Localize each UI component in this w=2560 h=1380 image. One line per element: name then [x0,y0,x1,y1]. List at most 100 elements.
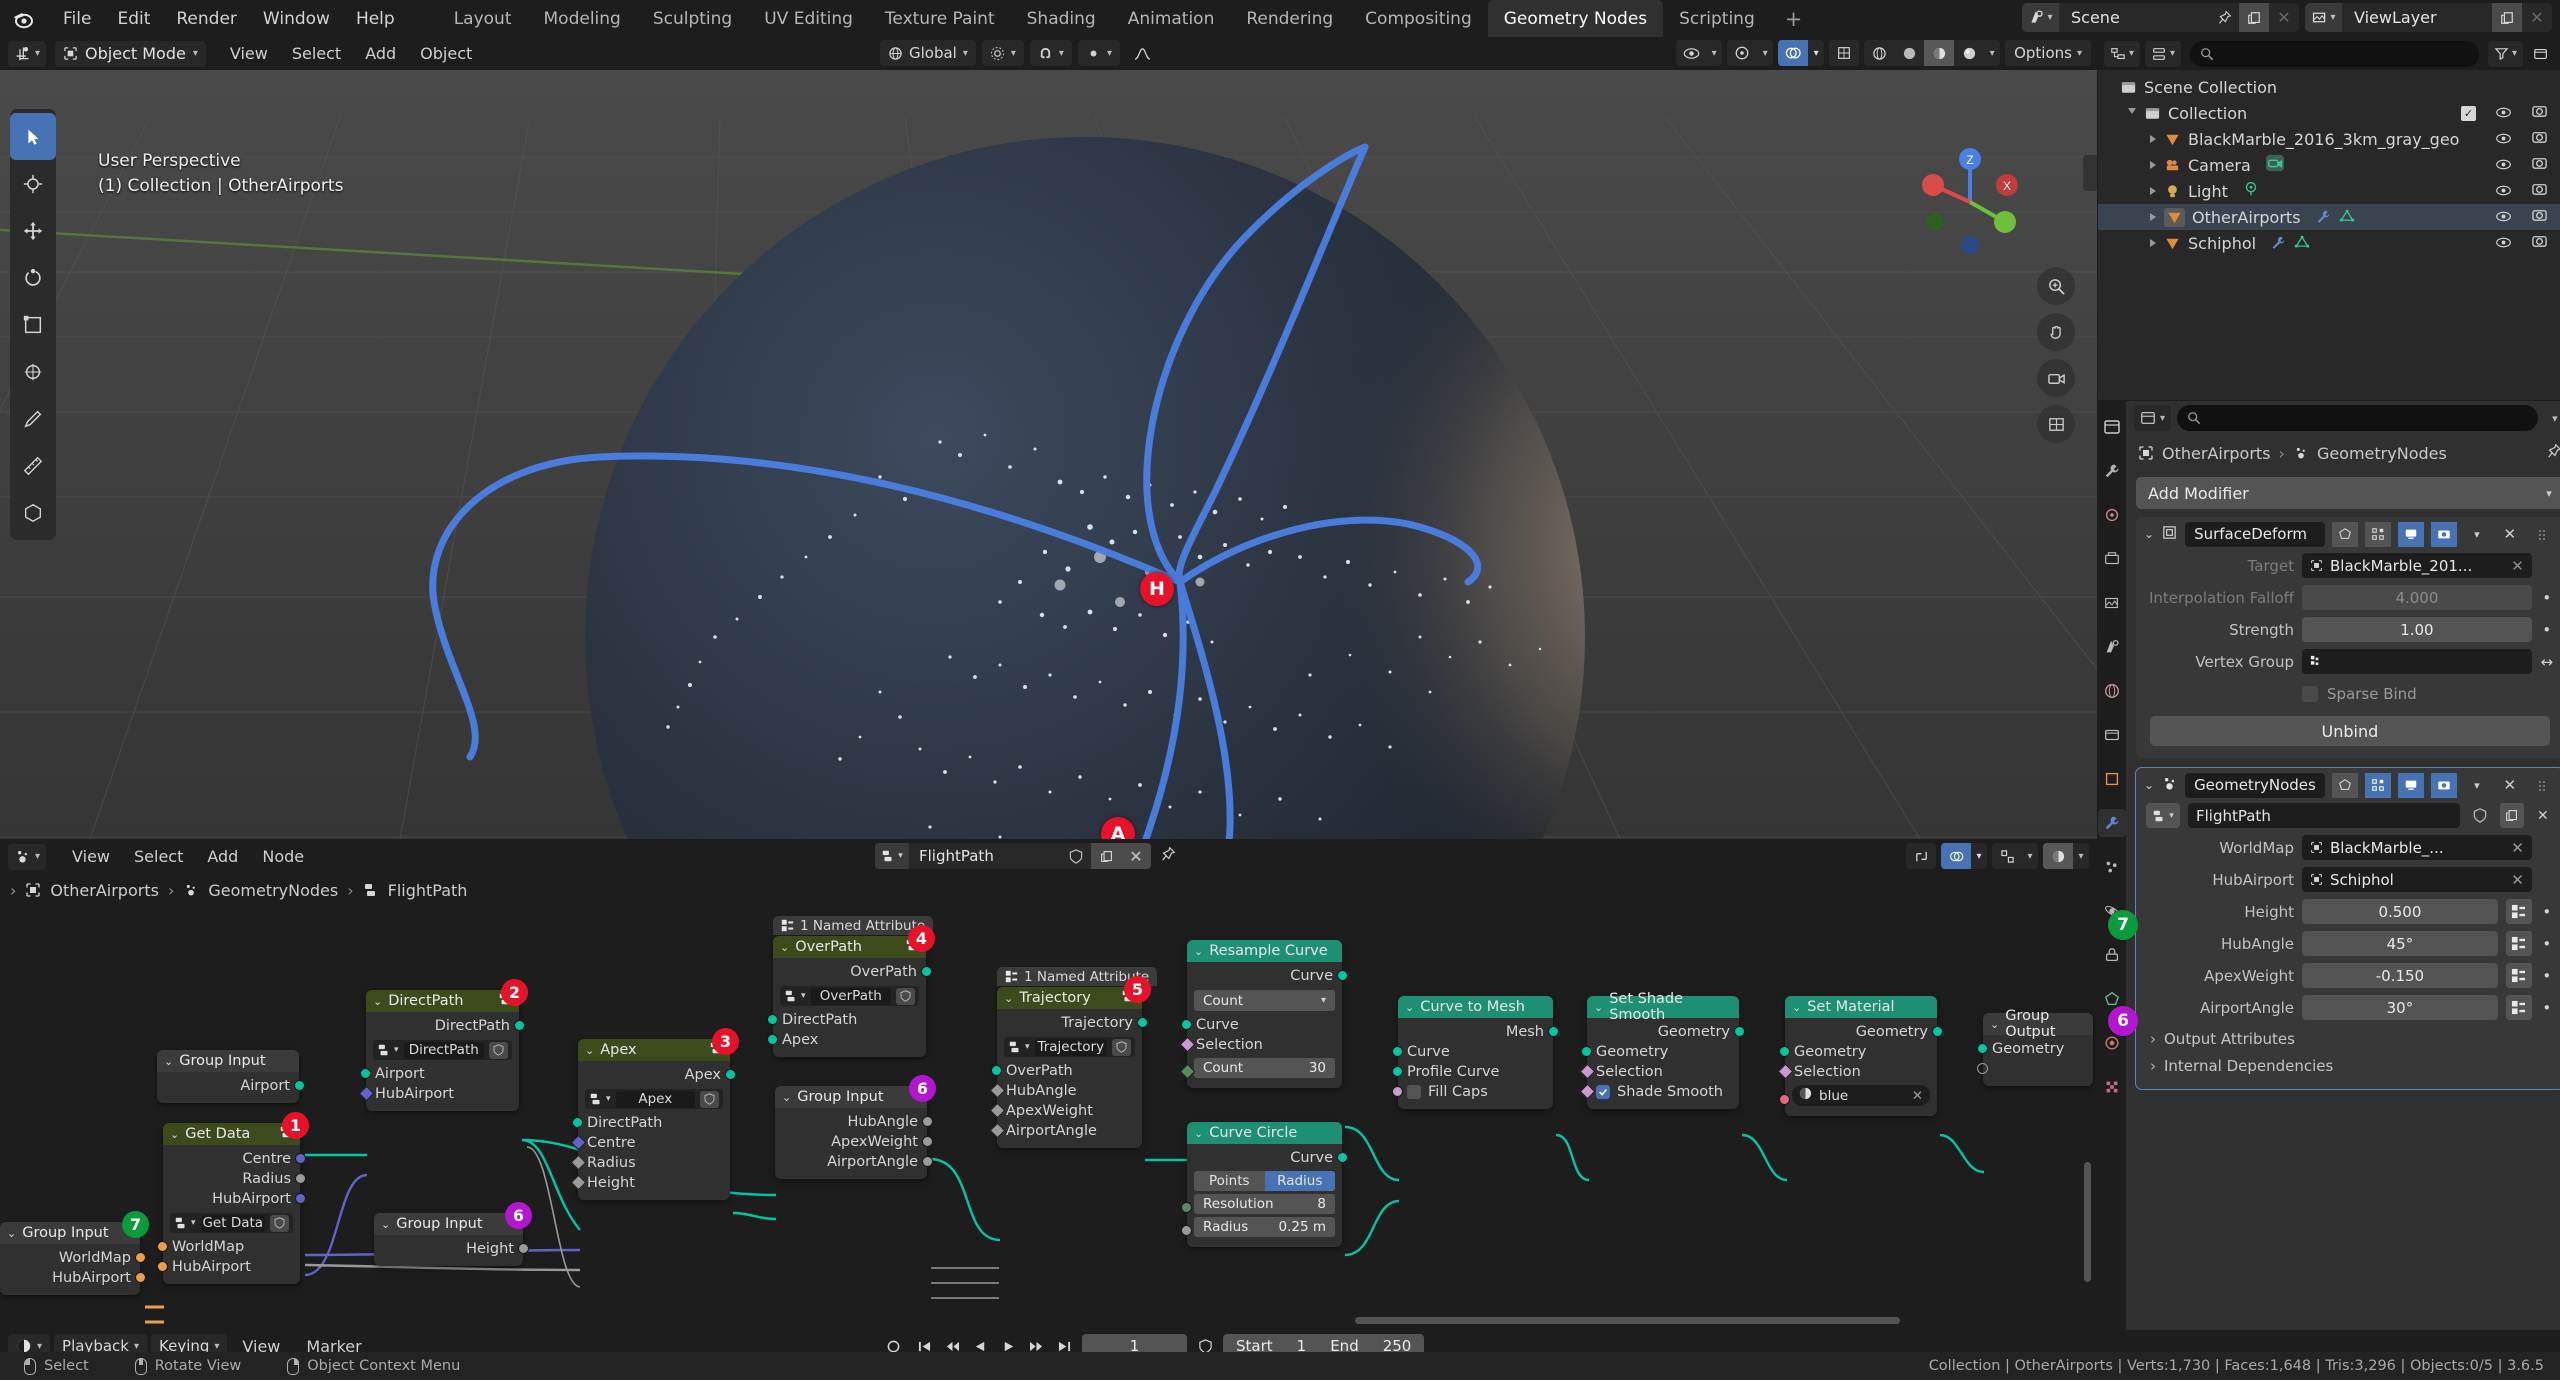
input-attribute-toggle-icon[interactable] [2505,899,2532,924]
node-group-browse-icon[interactable]: ▾ [589,1092,611,1106]
overlay-icon[interactable] [1778,40,1809,66]
node-input-socket-row[interactable]: DirectPath [572,1113,730,1133]
nodegroup-name[interactable]: FlightPath [909,843,1061,869]
workspace-tab-sculpting[interactable]: Sculpting [637,0,748,37]
outliner-display-mode[interactable]: ▾ [2145,40,2182,67]
node-get-data[interactable]: ⌄ Get Data Centre Radius HubAirport ▾ Get Data… [157,1123,306,1284]
unlink-nodegroup-icon[interactable]: ✕ [1121,843,1151,869]
node-group-name[interactable]: Trajectory [1034,1038,1107,1056]
node-header[interactable]: ⌄ Trajectory [997,987,1142,1009]
socket-dot[interactable] [1181,1019,1192,1030]
node-output-socket-row[interactable]: DirectPath [366,1016,525,1036]
menu-edit[interactable]: Edit [104,5,163,33]
outliner-filter-button[interactable]: ▾ [2487,40,2523,67]
falloff-value-field[interactable]: 4.000 [2302,585,2532,610]
node-overpath[interactable]: 1 Named Attribute ⌄ OverPath OverPath ▾ OverP… [767,916,934,1057]
show-in-edit-mode-cage-icon[interactable] [2331,772,2358,798]
node-group-selector[interactable]: ▾ Apex [585,1089,723,1109]
animate-dot-icon[interactable]: • [2540,589,2554,607]
node-collapse-icon[interactable]: ⌄ [782,1091,791,1104]
camera-data-icon[interactable] [2265,154,2285,176]
geometry-node-editor[interactable]: ▾ View Select Add Node ▾ FlightPath ✕ ▾ … [0,840,2097,1330]
socket-dot[interactable] [1548,1026,1559,1037]
new-nodegroup-icon[interactable] [2499,803,2524,828]
expand-triangle-icon[interactable] [2150,187,2156,195]
nodegroup-browse-icon[interactable]: ▾ [875,843,909,869]
node-checkbox[interactable] [1407,1085,1421,1099]
node-menu-view[interactable]: View [60,844,122,869]
node-input-socket-row[interactable] [1977,1059,2093,1079]
node-header[interactable]: ⌄ Group Input [0,1222,140,1244]
node-breadcrumb-object[interactable]: OtherAirports [50,881,159,900]
tool-measure[interactable] [10,442,56,489]
node-curve-to-mesh[interactable]: ⌄ Curve to Mesh Mesh Curve Profile Curve Fill… [1392,996,1559,1109]
gizmo-dropdown-icon[interactable]: ▾ [1757,40,1773,66]
expand-triangle-icon[interactable] [2150,239,2156,247]
tab-tool[interactable] [2098,457,2126,485]
node-input-socket-row[interactable]: Geometry [1977,1039,2093,1059]
node-input-socket-row[interactable]: Apex [767,1030,926,1050]
node-curve-circle[interactable]: ⌄ Curve Circle Curve Points Radius Resolution… [1181,1122,1348,1247]
animate-dot-icon[interactable]: • [2540,903,2554,921]
socket-dot[interactable] [518,1243,529,1254]
visibility-icon[interactable] [1676,40,1706,66]
node-group-output[interactable]: ⌄ Group Output Geometry [1977,1008,2093,1086]
workspace-tab-animation[interactable]: Animation [1112,0,1231,37]
node-input-socket-row[interactable]: Geometry [1581,1042,1739,1062]
shading-mode-selector[interactable]: ▾ [1864,40,2001,66]
exclude-checkbox[interactable]: ✓ [2461,105,2476,121]
delete-scene-icon[interactable]: ✕ [2269,3,2299,32]
node-collapse-icon[interactable]: ⌄ [1004,992,1013,1005]
tool-annotate[interactable] [10,395,56,442]
node-vertical-scrollbar[interactable] [2084,1162,2091,1282]
socket-dot[interactable] [1181,1225,1192,1236]
node-fake-user-icon[interactable] [1112,1038,1131,1056]
xray-toggle[interactable] [1829,40,1860,66]
node-header[interactable]: ⌄ Resample Curve [1187,940,1342,962]
hide-in-viewport-icon[interactable] [2495,130,2512,149]
node-count-field[interactable]: Count 30 [1194,1058,1335,1078]
modifier-geometrynodes[interactable]: 7 6 ⌄ GeometryNodes ▾ ✕ ▾ FlightPath ✕ W… [2108,767,2560,1090]
outliner-row-camera[interactable]: Camera [2098,152,2560,178]
node-material-field[interactable]: blue ✕ [1792,1085,1930,1106]
properties-editor[interactable]: ▾ ▾ OtherAirports › GeometryNodes Add Mo… [2098,401,2560,1339]
unlink-nodegroup-icon[interactable]: ✕ [2532,808,2554,824]
socket-dot[interactable] [1581,1046,1592,1057]
gizmo-selector[interactable]: ▾ [1727,40,1774,66]
disable-in-render-icon[interactable] [2531,103,2548,123]
proportional-edit-icon[interactable]: ▾ [1077,40,1120,66]
node-collapse-icon[interactable]: ⌄ [1792,1001,1801,1014]
tool-move[interactable] [10,207,56,254]
overlay-selector[interactable]: ▾ [1778,40,1825,66]
viewport-menu-view[interactable]: View [218,41,280,66]
modifier-surfacedeform[interactable]: ⌄ SurfaceDeform ▾ ✕ Target BlackMarble_2 [2136,517,2560,758]
node-material-preview-icon[interactable] [2043,843,2073,869]
show-in-render-icon[interactable] [2430,772,2457,798]
tab-texture[interactable] [2098,1073,2126,1101]
node-input-socket-row[interactable]: Selection [1777,1062,1937,1082]
node-group-browse-icon[interactable]: ▾ [174,1216,196,1230]
properties-options-icon[interactable]: ▾ [2544,412,2560,425]
node-collapse-icon[interactable]: ⌄ [1194,1127,1203,1140]
ortho-perspective-icon[interactable] [2037,405,2075,443]
disable-in-render-icon[interactable] [2531,181,2548,201]
node-input-socket-row[interactable]: Curve [1181,1015,1342,1035]
node-input-socket-row[interactable]: Radius [570,1153,730,1173]
viewport-options-button[interactable]: Options ▾ [2005,40,2091,66]
node-group-name[interactable]: Apex [615,1090,695,1108]
node-input-socket-row[interactable]: Selection [1579,1062,1739,1082]
outliner-tree[interactable]: Scene Collection Collection ✓ BlackMarble_2… [2098,70,2560,400]
node-input-socket-row[interactable]: WorldMap [157,1237,300,1257]
node-header[interactable]: ⌄ Group Input [157,1050,299,1072]
node-shading-selector[interactable]: ▾ [2043,843,2089,869]
pin-icon[interactable] [2209,3,2239,32]
node-header[interactable]: ⌄ Set Shade Smooth [1587,991,1739,1023]
node-input-socket-row[interactable]: Airport [360,1064,519,1084]
node-collapse-icon[interactable]: ⌄ [381,1218,390,1231]
socket-dot[interactable] [1137,1017,1148,1028]
tab-render[interactable] [2098,501,2126,529]
disable-in-render-icon[interactable] [2531,155,2548,175]
node-collapse-icon[interactable]: ⌄ [1194,945,1203,958]
zoom-icon[interactable] [2037,267,2075,305]
modifier-name-field[interactable]: SurfaceDeform [2185,521,2325,547]
